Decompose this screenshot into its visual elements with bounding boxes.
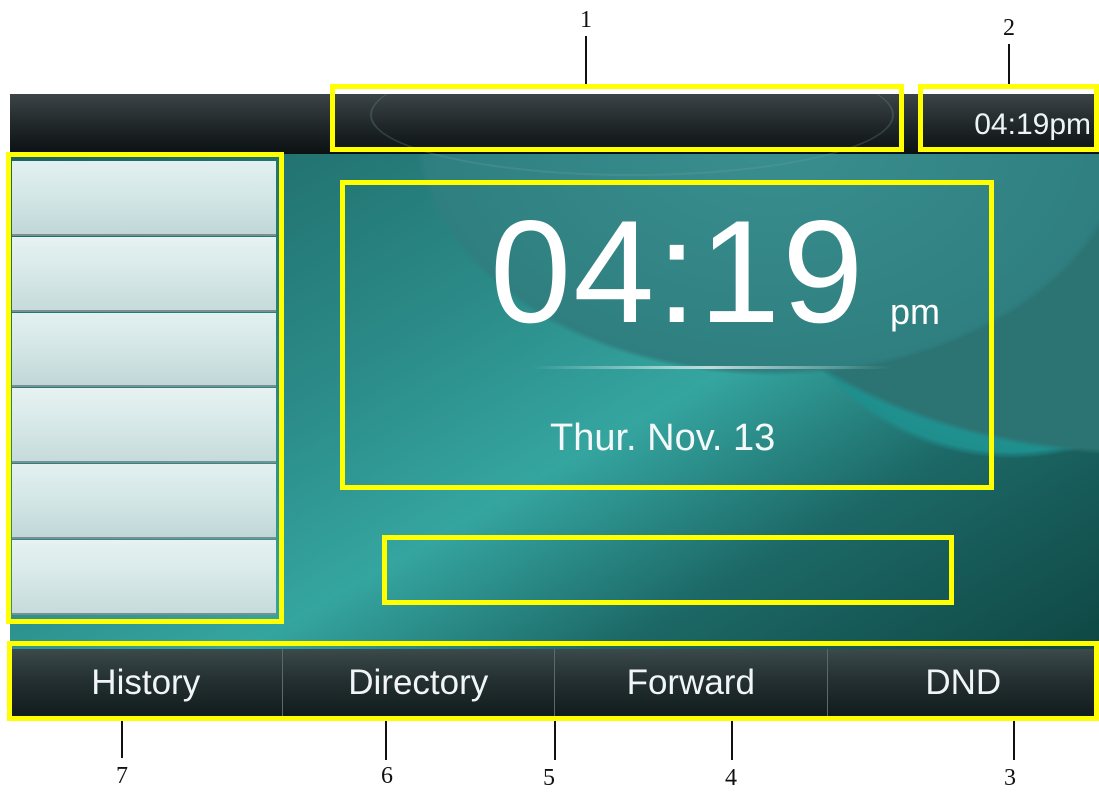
leader-line-1 <box>585 36 587 86</box>
callout-3: 3 <box>1004 765 1016 791</box>
highlight-box-2-time <box>918 84 1099 152</box>
callout-1: 1 <box>580 7 592 33</box>
leader-line-2 <box>1008 44 1010 84</box>
highlight-box-6-clock <box>340 180 994 490</box>
callout-5: 5 <box>543 765 555 791</box>
callout-7: 7 <box>116 763 128 789</box>
highlight-box-5-idle-area <box>382 535 954 605</box>
highlight-box-7-line-keys <box>6 152 284 624</box>
callout-6: 6 <box>381 763 393 789</box>
highlight-box-4-softkeys <box>7 641 1099 721</box>
callout-2: 2 <box>1003 15 1015 41</box>
callout-4: 4 <box>725 765 737 791</box>
highlight-box-1-status-area <box>330 84 904 152</box>
